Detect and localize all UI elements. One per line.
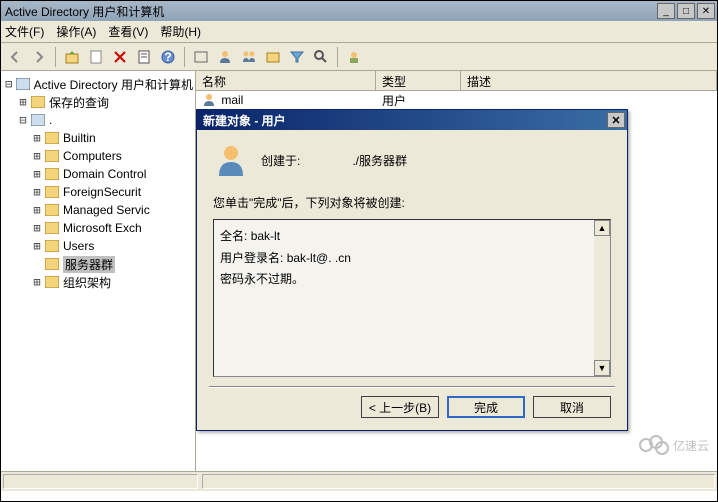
ad-icon bbox=[16, 78, 29, 90]
column-name[interactable]: 名称 bbox=[196, 71, 376, 90]
folder-icon bbox=[45, 204, 59, 216]
tree-item-foreign[interactable]: ⊞ForeignSecurit bbox=[3, 183, 193, 201]
user-icon bbox=[202, 93, 216, 107]
list-item[interactable]: mail 用户 bbox=[196, 91, 717, 109]
new-user-dialog: 新建对象 - 用户 ✕ 创建于: ./服务器群 您单击"完成"后，下列对象将被创… bbox=[196, 109, 628, 431]
person-icon bbox=[213, 142, 249, 178]
scroll-up-icon[interactable]: ▲ bbox=[594, 220, 610, 236]
statusbar bbox=[1, 471, 717, 491]
tree-pane: ⊟ Active Directory 用户和计算机 ⊞ 保存的查询 ⊟ . ⊞B… bbox=[1, 71, 196, 471]
watermark: 亿速云 bbox=[639, 435, 709, 455]
maximize-button[interactable]: □ bbox=[677, 3, 695, 19]
tree-item-computers[interactable]: ⊞Computers bbox=[3, 147, 193, 165]
delete-icon[interactable] bbox=[110, 47, 130, 67]
close-button[interactable]: ✕ bbox=[697, 3, 715, 19]
summary-box: 全名: bak-lt 用户登录名: bak-lt@. .cn 密码永不过期。 ▲… bbox=[213, 219, 611, 377]
menu-file[interactable]: 文件(F) bbox=[5, 23, 44, 40]
tree-item-org[interactable]: ⊞组织架构 bbox=[3, 273, 193, 291]
back-button[interactable]: < 上一步(B) bbox=[361, 396, 439, 418]
new-group-icon[interactable] bbox=[239, 47, 259, 67]
properties-icon[interactable] bbox=[134, 47, 154, 67]
domain-icon bbox=[31, 114, 45, 126]
up-icon[interactable] bbox=[62, 47, 82, 67]
filter-icon[interactable] bbox=[287, 47, 307, 67]
folder-icon bbox=[45, 186, 59, 198]
tree-root[interactable]: ⊟ Active Directory 用户和计算机 bbox=[3, 75, 193, 93]
dialog-prompt: 您单击"完成"后，下列对象将被创建: bbox=[213, 194, 611, 211]
folder-icon bbox=[45, 150, 59, 162]
folder-icon bbox=[45, 132, 59, 144]
tree-item-builtin[interactable]: ⊞Builtin bbox=[3, 129, 193, 147]
folder-icon bbox=[45, 276, 59, 288]
scrollbar[interactable]: ▲ ▼ bbox=[594, 220, 610, 376]
minimize-button[interactable]: _ bbox=[657, 3, 675, 19]
svg-text:?: ? bbox=[164, 50, 171, 64]
forward-icon[interactable] bbox=[29, 47, 49, 67]
folder-icon bbox=[45, 258, 59, 270]
folder-icon bbox=[45, 168, 59, 180]
toolbar: ? bbox=[1, 43, 717, 71]
tree-saved-queries[interactable]: ⊞ 保存的查询 bbox=[3, 93, 193, 111]
folder-icon bbox=[31, 96, 45, 108]
finish-button[interactable]: 完成 bbox=[447, 396, 525, 418]
dialog-title: 新建对象 - 用户 bbox=[203, 112, 286, 129]
window-title: Active Directory 用户和计算机 bbox=[5, 3, 657, 20]
menu-view[interactable]: 查看(V) bbox=[108, 23, 148, 40]
cut-icon[interactable] bbox=[86, 47, 106, 67]
back-icon[interactable] bbox=[5, 47, 25, 67]
created-in-label: 创建于: bbox=[261, 152, 300, 169]
tree-item-exchange[interactable]: ⊞Microsoft Exch bbox=[3, 219, 193, 237]
scroll-down-icon[interactable]: ▼ bbox=[594, 360, 610, 376]
column-type[interactable]: 类型 bbox=[376, 71, 461, 90]
refresh-icon[interactable] bbox=[344, 47, 364, 67]
tree-item-managed[interactable]: ⊞Managed Servic bbox=[3, 201, 193, 219]
column-desc[interactable]: 描述 bbox=[461, 71, 717, 90]
menu-help[interactable]: 帮助(H) bbox=[160, 23, 201, 40]
help-icon[interactable]: ? bbox=[158, 47, 178, 67]
search-icon[interactable] bbox=[311, 47, 331, 67]
tree-item-users[interactable]: ⊞Users bbox=[3, 237, 193, 255]
tree-item-servers[interactable]: 服务器群 bbox=[3, 255, 193, 273]
tree-domain[interactable]: ⊟ . bbox=[3, 111, 193, 129]
menu-action[interactable]: 操作(A) bbox=[56, 23, 96, 40]
new-ou-icon[interactable] bbox=[263, 47, 283, 67]
menubar: 文件(F) 操作(A) 查看(V) 帮助(H) bbox=[1, 21, 717, 43]
created-in-value: ./服务器群 bbox=[352, 152, 407, 169]
tree-item-domain-controllers[interactable]: ⊞Domain Control bbox=[3, 165, 193, 183]
dialog-close-button[interactable]: ✕ bbox=[607, 112, 625, 128]
folder-icon bbox=[45, 240, 59, 252]
window-controls: _ □ ✕ bbox=[657, 3, 717, 19]
find-icon[interactable] bbox=[191, 47, 211, 67]
folder-icon bbox=[45, 222, 59, 234]
cancel-button[interactable]: 取消 bbox=[533, 396, 611, 418]
new-user-icon[interactable] bbox=[215, 47, 235, 67]
